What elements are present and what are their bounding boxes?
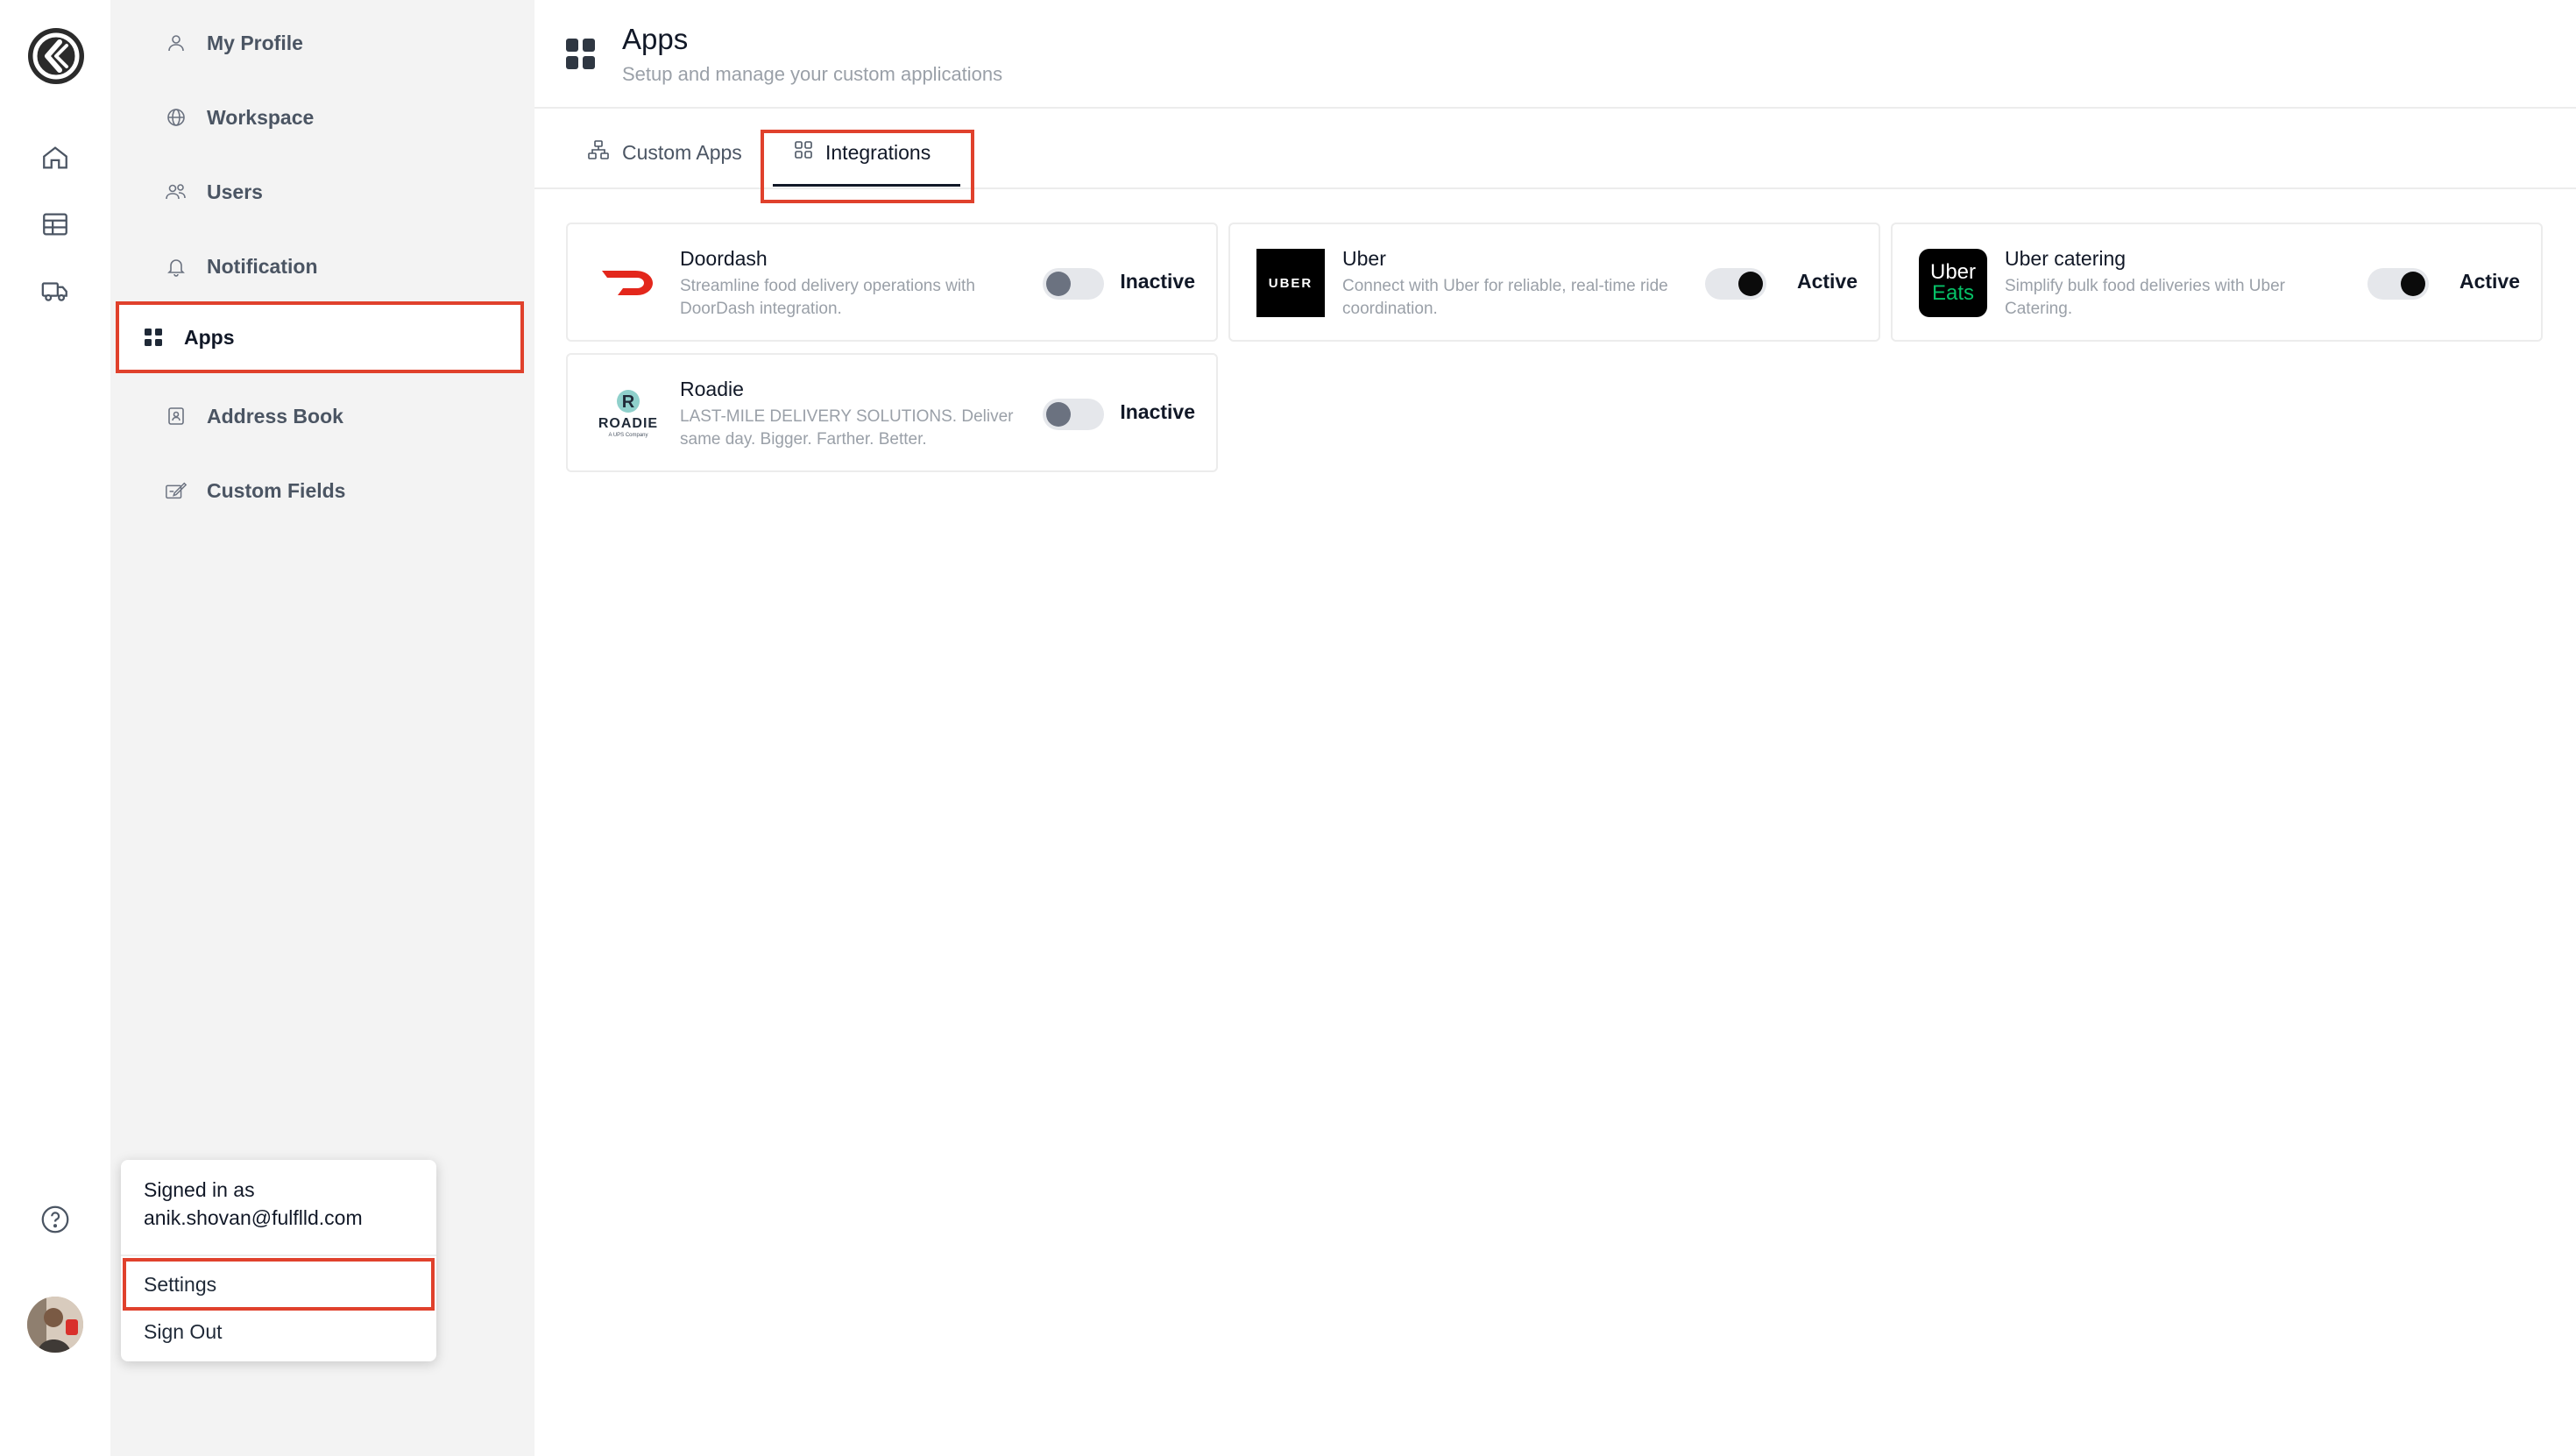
tab-integrations[interactable]: Integrations	[794, 133, 931, 172]
sidebar-item-label: Notification	[207, 254, 318, 278]
integration-name: Roadie	[680, 378, 744, 400]
svg-text:R: R	[622, 392, 635, 412]
uber-logo: UBER	[1256, 249, 1325, 317]
globe-icon	[165, 106, 188, 129]
account-popover: Signed in as anik.shovan@fulflld.com Set…	[121, 1160, 436, 1361]
main-content: Apps Setup and manage your custom applic…	[534, 0, 2576, 1456]
sign-out-menu-item[interactable]: Sign Out	[123, 1305, 435, 1358]
doordash-logo	[594, 249, 662, 317]
tab-custom-apps[interactable]: Custom Apps	[587, 133, 742, 172]
grid-icon	[794, 140, 813, 165]
settings-menu-item[interactable]: Settings	[123, 1258, 435, 1311]
sidebar-item-label: My Profile	[207, 31, 303, 54]
page-title: Apps	[622, 23, 689, 55]
integration-description: Streamline food delivery operations with…	[680, 277, 975, 318]
account-email: anik.shovan@fulflld.com	[144, 1206, 363, 1229]
integration-card-uber: UBER Uber Connect with Uber for reliable…	[1228, 223, 1880, 342]
sitemap-icon	[587, 139, 610, 166]
integration-status: Inactive	[1120, 400, 1195, 423]
integration-card-roadie: R ROADIE A UPS Company Roadie LAST-MILE …	[566, 353, 1218, 472]
sidebar-item-label: Users	[207, 180, 263, 203]
roadie-logo-text: ROADIE	[598, 416, 659, 431]
sidebar-item-label: Address Book	[207, 404, 343, 428]
page-subtitle: Setup and manage your custom application…	[622, 63, 1003, 85]
uber-logo-text: UBER	[1268, 275, 1313, 291]
toggle-knob	[2401, 272, 2425, 296]
sidebar-item-workspace[interactable]: Workspace	[138, 83, 519, 152]
uber-eats-logo: Uber Eats	[1919, 249, 1987, 317]
popover-divider	[121, 1255, 436, 1256]
integration-status: Inactive	[1120, 270, 1195, 293]
integration-toggle[interactable]	[1043, 268, 1104, 300]
sidebar-item-label: Custom Fields	[207, 478, 346, 502]
icon-rail	[0, 0, 110, 1456]
tab-label: Custom Apps	[622, 140, 742, 164]
apps-grid-icon	[566, 39, 596, 74]
sidebar-item-apps[interactable]: Apps	[116, 301, 524, 373]
integration-toggle[interactable]	[2367, 268, 2429, 300]
table-icon[interactable]	[38, 207, 73, 242]
help-icon[interactable]	[38, 1202, 73, 1237]
roadie-mark-icon: R	[617, 390, 640, 413]
sidebar-item-label: Apps	[184, 325, 235, 349]
home-icon[interactable]	[38, 140, 73, 175]
integration-description: LAST-MILE DELIVERY SOLUTIONS. Deliver sa…	[680, 407, 1014, 449]
avatar[interactable]	[27, 1297, 83, 1353]
bell-icon	[165, 255, 188, 278]
uber-eats-logo-text-top: Uber	[1929, 260, 1977, 284]
integration-name: Uber	[1342, 247, 1386, 270]
toggle-knob	[1046, 402, 1071, 427]
active-tab-indicator	[773, 184, 960, 187]
integration-name: Doordash	[680, 247, 768, 270]
sidebar-item-users[interactable]: Users	[138, 158, 519, 226]
integration-card-doordash: Doordash Streamline food delivery operat…	[566, 223, 1218, 342]
tab-label: Integrations	[825, 140, 931, 164]
integration-status: Active	[1796, 270, 1858, 293]
sidebar-item-my-profile[interactable]: My Profile	[138, 9, 519, 77]
apps-grid-icon	[142, 326, 165, 349]
edit-fields-icon	[165, 479, 188, 502]
toggle-knob	[1738, 272, 1763, 296]
integration-status: Active	[2459, 270, 2520, 293]
sidebar-item-label: Workspace	[207, 105, 315, 129]
sidebar-item-address-book[interactable]: Address Book	[138, 382, 519, 450]
integration-card-uber-catering: Uber Eats Uber catering Simplify bulk fo…	[1891, 223, 2543, 342]
truck-icon[interactable]	[38, 273, 73, 308]
signed-in-label: Signed in as	[144, 1178, 255, 1201]
toggle-knob	[1046, 272, 1071, 296]
integration-description: Simplify bulk food deliveries with Uber …	[2005, 277, 2285, 318]
roadie-logo-subtext: A UPS Company	[608, 433, 648, 438]
integration-description: Connect with Uber for reliable, real-tim…	[1342, 277, 1668, 318]
page-header: Apps Setup and manage your custom applic…	[534, 0, 2576, 109]
integration-name: Uber catering	[2005, 247, 2127, 270]
integration-toggle[interactable]	[1043, 399, 1104, 430]
roadie-logo: R ROADIE A UPS Company	[594, 379, 662, 448]
users-icon	[165, 180, 188, 203]
tab-bar: Custom Apps Integrations	[534, 109, 2576, 203]
sidebar-item-custom-fields[interactable]: Custom Fields	[138, 456, 519, 525]
logo-icon[interactable]	[28, 28, 84, 84]
user-icon	[165, 32, 188, 54]
uber-eats-logo-text-bottom: Eats	[1931, 281, 1975, 305]
contact-book-icon	[165, 405, 188, 428]
integration-toggle[interactable]	[1705, 268, 1766, 300]
sidebar-item-notification[interactable]: Notification	[138, 232, 519, 300]
signed-in-info: Signed in as anik.shovan@fulflld.com	[144, 1176, 363, 1232]
